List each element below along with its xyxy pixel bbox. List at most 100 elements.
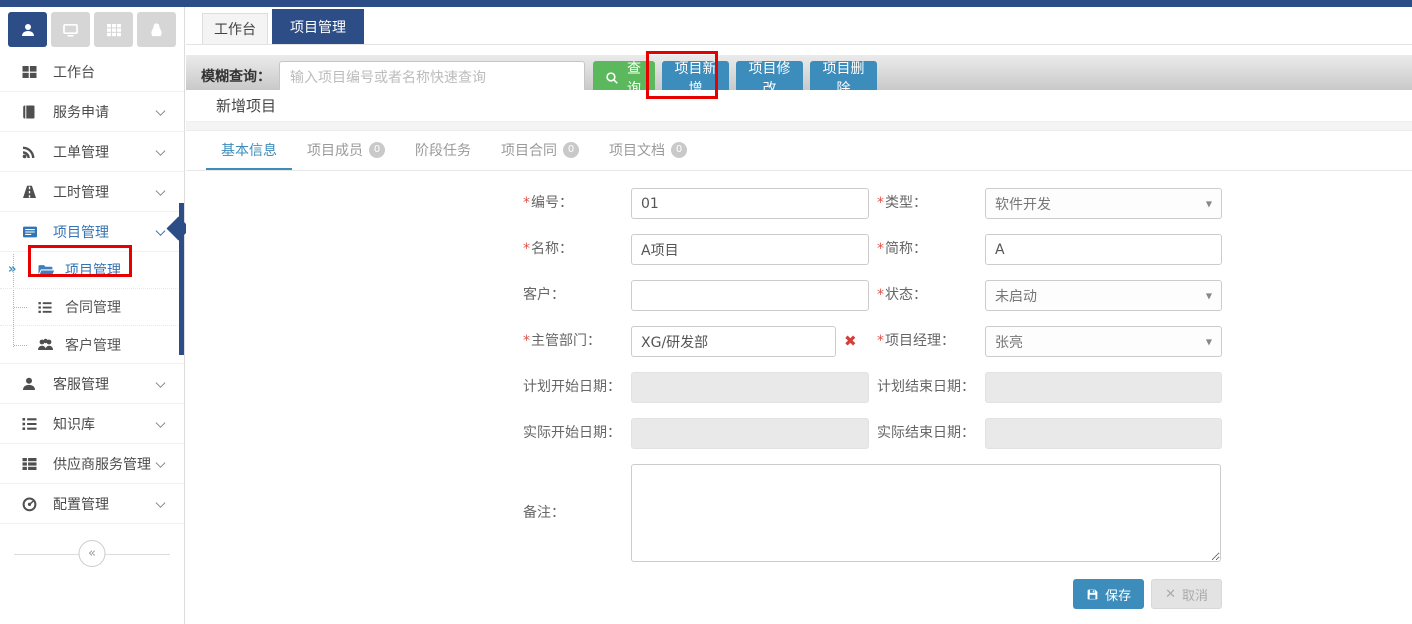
- fuzzy-search-input[interactable]: [279, 61, 585, 90]
- sidebar-subitem-project-management[interactable]: » 项目管理: [0, 252, 184, 289]
- window-tabbar: 工作台 项目管理: [186, 7, 1412, 45]
- sidebar-item-label: 服务申请: [53, 102, 109, 122]
- sidebar: 工作台 服务申请 工单管理 工时管理 项目管理: [0, 7, 185, 624]
- list-ol-icon: [21, 416, 39, 432]
- department-input[interactable]: [631, 326, 836, 357]
- sidebar-item-timesheet[interactable]: 工时管理: [0, 172, 184, 212]
- save-button-label: 保存: [1105, 585, 1131, 604]
- search-button[interactable]: 查询: [593, 61, 655, 90]
- short-name-label: *简称：: [877, 234, 985, 265]
- sidebar-item-customer-service[interactable]: 客服管理: [0, 364, 184, 404]
- sidebar-collapse-button[interactable]: «: [79, 540, 106, 567]
- double-angle-left-icon: «: [88, 546, 96, 561]
- remark-label: 备注：: [523, 464, 631, 562]
- search-icon: [605, 71, 619, 85]
- dropdown-caret-icon: ▼: [1206, 291, 1212, 300]
- sidebar-item-label: 配置管理: [53, 494, 109, 514]
- customer-input[interactable]: [631, 280, 869, 311]
- user-icon-button[interactable]: [8, 12, 47, 47]
- monitor-icon-button[interactable]: [51, 12, 90, 47]
- name-input[interactable]: [631, 234, 869, 265]
- sidebar-item-workorder[interactable]: 工单管理: [0, 132, 184, 172]
- window-tab-workbench[interactable]: 工作台: [202, 13, 268, 44]
- panel-separator: [186, 122, 1412, 131]
- plan-start-input: [631, 372, 869, 403]
- actual-end-label: 实际结束日期：: [877, 418, 985, 449]
- linux-icon-button[interactable]: [137, 12, 176, 47]
- x-icon: ✕: [1165, 587, 1176, 602]
- count-badge: 0: [369, 142, 385, 158]
- manager-label: *项目经理：: [877, 326, 985, 357]
- sidebar-item-knowledge-base[interactable]: 知识库: [0, 404, 184, 444]
- manager-select[interactable]: 张亮▼: [985, 326, 1222, 357]
- plan-start-label: 计划开始日期：: [523, 372, 631, 403]
- code-input[interactable]: [631, 188, 869, 219]
- project-delete-button[interactable]: 项目删除: [810, 61, 877, 90]
- sidebar-subitem-contract-management[interactable]: 合同管理: [0, 289, 184, 326]
- tab-label: 阶段任务: [415, 140, 471, 160]
- chevron-down-icon: [156, 226, 166, 236]
- tab-project-members[interactable]: 项目成员 0: [292, 131, 400, 170]
- chevron-down-icon: [156, 418, 166, 428]
- status-select[interactable]: 未启动▼: [985, 280, 1222, 311]
- remark-textarea[interactable]: [631, 464, 1221, 562]
- tab-label: 基本信息: [221, 140, 277, 160]
- sidebar-item-configuration[interactable]: 配置管理: [0, 484, 184, 524]
- sidebar-item-workbench[interactable]: 工作台: [0, 52, 184, 92]
- customer-label: 客户：: [523, 280, 631, 311]
- sidebar-item-label: 知识库: [53, 414, 95, 434]
- project-form: *编号： *类型： 软件开发▼ *名称： *简称： 客户： *状态： 未启动▼: [186, 171, 1412, 609]
- clear-icon[interactable]: ✖: [844, 326, 857, 357]
- sidebar-subitem-label: 项目管理: [65, 260, 121, 280]
- project-add-label: 项目新增: [674, 58, 717, 90]
- rss-icon: [21, 144, 39, 160]
- sidebar-menu: 工作台 服务申请 工单管理 工时管理 项目管理: [0, 52, 184, 524]
- actual-start-input: [631, 418, 869, 449]
- sidebar-item-service-request[interactable]: 服务申请: [0, 92, 184, 132]
- sidebar-item-label: 项目管理: [53, 222, 109, 242]
- grid-icon: [106, 22, 122, 38]
- project-edit-label: 项目修改: [748, 58, 791, 90]
- tree-connector: [14, 307, 27, 308]
- top-navy-strip: [0, 0, 1412, 7]
- tab-project-contracts[interactable]: 项目合同 0: [486, 131, 594, 170]
- sidebar-item-project-management[interactable]: 项目管理: [0, 212, 184, 252]
- sidebar-item-vendor-service[interactable]: 供应商服务管理: [0, 444, 184, 484]
- tab-label: 项目成员: [307, 140, 363, 160]
- save-button[interactable]: 保存: [1073, 579, 1144, 609]
- table-icon: [21, 224, 39, 240]
- panel-title: 新增项目: [186, 90, 1412, 122]
- tab-phase-tasks[interactable]: 阶段任务: [400, 131, 486, 170]
- double-angle-right-icon: »: [8, 262, 16, 277]
- linux-icon: [149, 22, 164, 38]
- tab-basic-info[interactable]: 基本信息: [206, 131, 292, 170]
- floppy-icon: [1086, 588, 1099, 601]
- window-tab-label: 项目管理: [290, 17, 346, 37]
- tab-label: 项目文档: [609, 140, 665, 160]
- sidebar-item-label: 客服管理: [53, 374, 109, 394]
- actual-start-label: 实际开始日期：: [523, 418, 631, 449]
- tab-project-documents[interactable]: 项目文档 0: [594, 131, 702, 170]
- project-add-button[interactable]: 项目新增: [662, 61, 729, 90]
- sidebar-item-label: 工时管理: [53, 182, 109, 202]
- window-tab-project-management[interactable]: 项目管理: [272, 9, 364, 44]
- cancel-button[interactable]: ✕ 取消: [1151, 579, 1222, 609]
- code-label: *编号：: [523, 188, 631, 219]
- app-window: 工作台 服务申请 工单管理 工时管理 项目管理: [0, 0, 1412, 624]
- users-icon: [37, 337, 55, 352]
- sidebar-subitem-customer-management[interactable]: 客户管理: [0, 326, 184, 363]
- sidebar-subitem-label: 客户管理: [65, 335, 121, 355]
- windows-icon: [21, 64, 39, 80]
- sidebar-item-label: 供应商服务管理: [53, 454, 151, 474]
- department-label: *主管部门：: [523, 326, 631, 357]
- count-badge: 0: [671, 142, 687, 158]
- panel-tabs: 基本信息 项目成员 0 阶段任务 项目合同 0 项目文档 0: [186, 131, 1412, 171]
- plan-end-label: 计划结束日期：: [877, 372, 985, 403]
- type-select[interactable]: 软件开发▼: [985, 188, 1222, 219]
- window-tab-label: 工作台: [214, 19, 256, 39]
- chevron-down-icon: [156, 378, 166, 388]
- dashboard-icon: [21, 496, 39, 512]
- project-edit-button[interactable]: 项目修改: [736, 61, 803, 90]
- short-name-input[interactable]: [985, 234, 1222, 265]
- grid-icon-button[interactable]: [94, 12, 133, 47]
